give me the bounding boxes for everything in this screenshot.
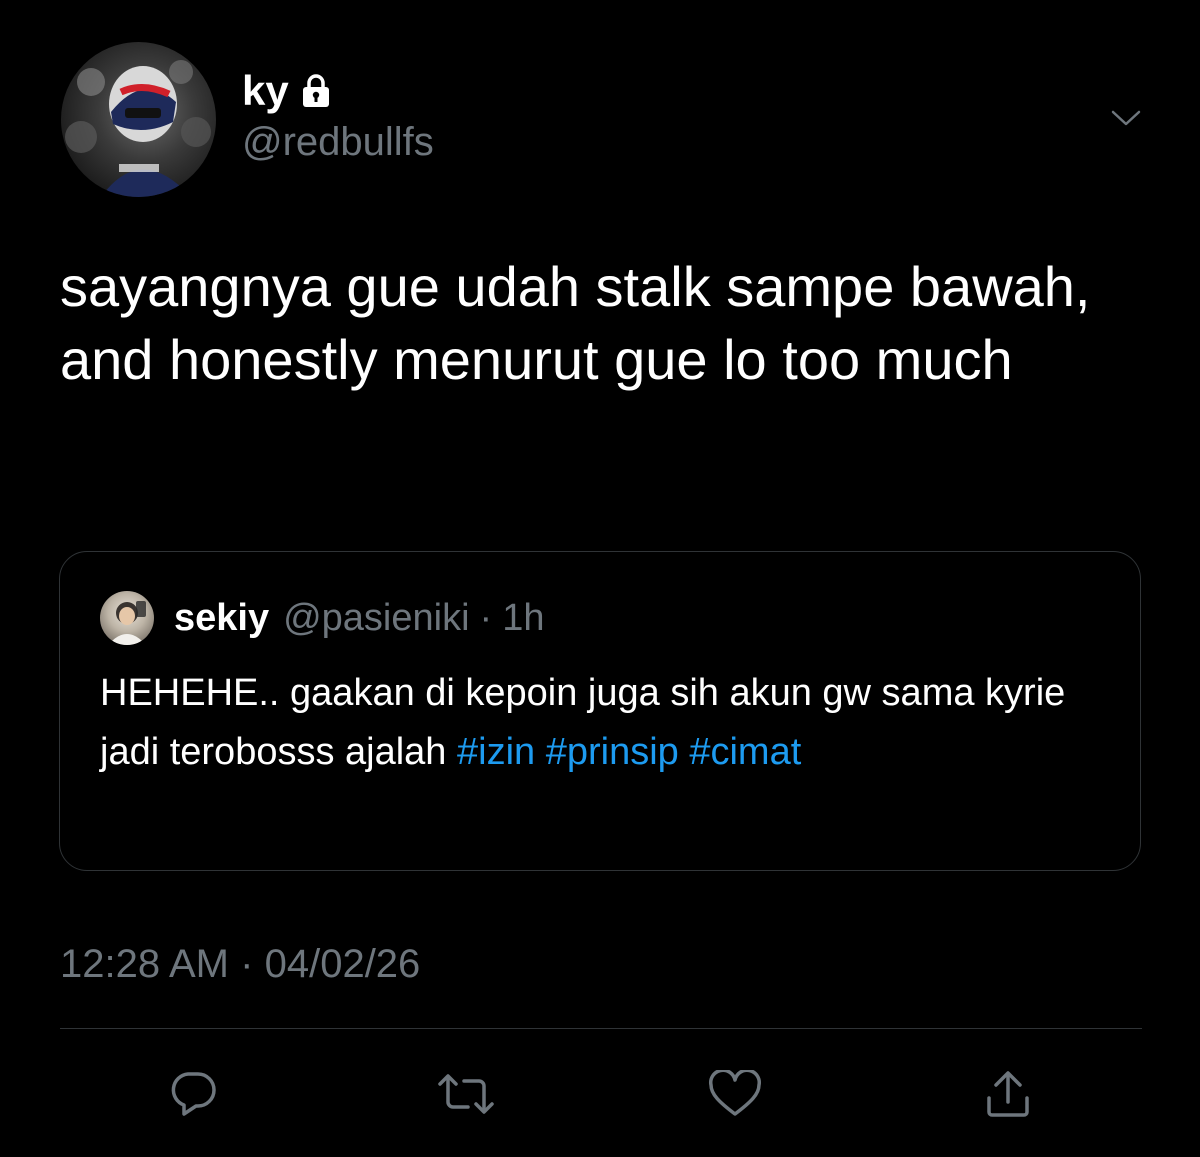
- hashtag-link[interactable]: #izin: [457, 731, 535, 773]
- quoted-tweet-card[interactable]: sekiy @pasieniki · 1h HEHEHE.. gaakan di…: [59, 551, 1141, 871]
- quoted-author-handle: @pasieniki: [283, 596, 470, 639]
- hashtag-link[interactable]: #prinsip: [546, 731, 679, 773]
- quoted-avatar-icon: [108, 601, 146, 645]
- share-button[interactable]: [978, 1066, 1038, 1122]
- quoted-tweet-text: HEHEHE.. gaakan di kepoin juga sih akun …: [100, 664, 1100, 783]
- quoted-author-avatar: [100, 591, 154, 645]
- timestamp-separator: ·: [240, 942, 254, 986]
- share-icon: [987, 1071, 1029, 1117]
- tweet-text: sayangnya gue udah stalk sampe bawah, an…: [60, 255, 1091, 392]
- retweet-button[interactable]: [436, 1066, 496, 1122]
- chevron-down-icon: [1111, 110, 1141, 126]
- reply-button[interactable]: [163, 1066, 223, 1122]
- reply-icon: [171, 1072, 216, 1116]
- hashtag-link[interactable]: #cimat: [689, 731, 801, 773]
- lock-icon: [302, 74, 329, 107]
- quoted-tweet-header: sekiy @pasieniki · 1h: [100, 591, 545, 645]
- like-button[interactable]: [705, 1066, 765, 1122]
- tweet-timestamp: 12:28 AM · 04/02/26: [60, 940, 420, 988]
- author-display-name[interactable]: ky: [242, 70, 289, 112]
- quoted-separator: ·: [479, 596, 493, 639]
- divider: [60, 1028, 1142, 1029]
- heart-icon: [709, 1070, 761, 1116]
- retweet-icon: [438, 1074, 494, 1114]
- quoted-tweet-time: 1h: [502, 596, 545, 639]
- avatar-icon: [65, 60, 211, 197]
- author-name-row: ky: [242, 64, 331, 118]
- tweet-time[interactable]: 12:28 AM: [60, 942, 229, 986]
- quoted-author-name: sekiy: [174, 596, 270, 639]
- author-handle[interactable]: @redbullfs: [242, 122, 434, 162]
- tweet-date[interactable]: 04/02/26: [265, 942, 421, 986]
- author-avatar[interactable]: [61, 42, 216, 197]
- more-options-button[interactable]: [1106, 100, 1146, 136]
